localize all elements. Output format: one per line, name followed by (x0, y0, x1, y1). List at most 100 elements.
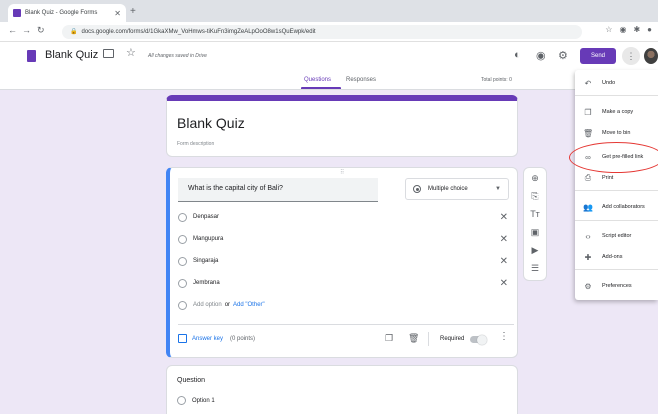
more-options-menu: ↶ Undo ❐ Make a copy 🗑 Move to bin ∞ Get… (575, 70, 658, 300)
floating-toolbar: ⊕ ⎘ Tт ▣ ▶ ☰ (523, 167, 547, 281)
send-button[interactable]: Send (580, 48, 616, 64)
add-person-icon: 👥 (583, 202, 593, 212)
form-description[interactable]: Form description (177, 141, 214, 147)
option-label[interactable]: Option 1 (192, 398, 215, 404)
menu-divider (575, 269, 658, 270)
extensions-puzzle-icon[interactable]: ✱ (633, 25, 640, 34)
checkbox-icon (178, 334, 187, 343)
remove-option-icon[interactable]: ✕ (500, 234, 508, 245)
add-option-link[interactable]: Add option (193, 302, 222, 308)
total-points: Total points: 0 (481, 77, 512, 83)
question-card-2[interactable]: Question Option 1 (166, 365, 518, 414)
add-question-icon[interactable]: ⊕ (524, 173, 546, 184)
forward-arrow-icon[interactable]: → (22, 25, 31, 35)
radio-icon (178, 278, 187, 288)
form-title[interactable]: Blank Quiz (177, 115, 245, 131)
browser-toolbar: ← → ↻ 🔒 docs.google.com/forms/d/1GkaXMw_V… (0, 22, 658, 42)
remove-option-icon[interactable]: ✕ (500, 256, 508, 267)
menu-item-label: Print (602, 175, 614, 181)
more-vert-icon[interactable]: ⋮ (499, 331, 509, 342)
question-type-dropdown[interactable]: Multiple choice ▼ (405, 178, 509, 200)
option-label[interactable]: Mangupura (193, 236, 223, 242)
menu-item-add-collaborators[interactable]: 👥 Add collaborators (575, 200, 658, 214)
delete-icon[interactable]: 🗑 (408, 333, 419, 344)
profile-icon[interactable]: ● (647, 25, 652, 34)
more-options-icon[interactable]: ⋮ (622, 47, 640, 65)
menu-item-make-copy[interactable]: ❐ Make a copy (575, 105, 658, 119)
question-title[interactable]: Question (177, 377, 205, 384)
drag-handle-icon[interactable]: ⠿ (340, 169, 345, 176)
option-label[interactable]: Denpasar (193, 214, 219, 220)
star-icon[interactable]: ☆ (126, 46, 136, 59)
preview-eye-icon[interactable]: ◉ (536, 49, 546, 62)
url-text: docs.google.com/forms/d/1GkaXMw_VoHmws-t… (81, 29, 316, 35)
add-option-row: Add option or Add "Other" (178, 298, 508, 312)
settings-gear-icon[interactable]: ⚙ (558, 49, 568, 62)
add-section-icon[interactable]: ☰ (524, 263, 546, 274)
new-tab-button[interactable]: + (130, 6, 136, 17)
menu-item-preferences[interactable]: ⚙ Preferences (575, 279, 658, 293)
menu-item-add-ons[interactable]: ✚ Add-ons (575, 250, 658, 264)
remove-option-icon[interactable]: ✕ (500, 278, 508, 289)
avatar[interactable] (644, 48, 658, 64)
divider (428, 332, 429, 346)
forms-favicon-icon (13, 9, 21, 17)
move-to-folder-icon[interactable] (103, 49, 114, 58)
duplicate-icon[interactable]: ❐ (385, 333, 393, 344)
save-status: All changes saved in Drive (148, 53, 207, 59)
browser-tab[interactable]: Blank Quiz - Google Forms ✕ (8, 4, 126, 22)
browser-tab-strip: Blank Quiz - Google Forms ✕ + (0, 0, 658, 22)
menu-item-move-to-bin[interactable]: 🗑 Move to bin (575, 126, 658, 140)
option-row[interactable]: Denpasar ✕ (178, 210, 508, 224)
highlight-annotation (569, 142, 658, 173)
code-icon: ‹› (585, 231, 591, 241)
add-option-text: Add option or Add "Other" (193, 302, 265, 308)
lock-icon: 🔒 (70, 29, 78, 35)
active-tab-indicator (301, 87, 341, 89)
preferences-icon: ⚙ (584, 281, 592, 291)
answer-key-button[interactable]: Answer key (0 points) (178, 334, 255, 343)
address-bar[interactable]: 🔒 docs.google.com/forms/d/1GkaXMw_VoHmws-… (62, 25, 582, 39)
radio-icon (178, 212, 187, 222)
option-row[interactable]: Jembrana ✕ (178, 276, 508, 290)
option-row[interactable]: Mangupura ✕ (178, 232, 508, 246)
required-label: Required (440, 336, 465, 342)
extension-icon[interactable]: ◉ (619, 25, 626, 34)
option-row[interactable]: Singaraja ✕ (178, 254, 508, 268)
question-text-input[interactable]: What is the capital city of Bali? (178, 178, 378, 202)
menu-item-script-editor[interactable]: ‹› Script editor (575, 229, 658, 243)
close-tab-icon[interactable]: ✕ (114, 9, 121, 18)
document-title[interactable]: Blank Quiz (45, 49, 98, 61)
form-title-card[interactable]: Blank Quiz Form description (166, 95, 518, 157)
question-card[interactable]: ⠿ What is the capital city of Bali? Mult… (166, 167, 518, 358)
option-row[interactable]: Option 1 (177, 396, 215, 405)
or-text: or (224, 302, 231, 308)
add-video-icon[interactable]: ▶ (524, 245, 546, 256)
radio-icon (177, 396, 186, 405)
back-arrow-icon[interactable]: ← (8, 25, 17, 35)
option-label[interactable]: Singaraja (193, 258, 218, 264)
menu-item-label: Undo (602, 80, 616, 86)
bookmark-star-icon[interactable]: ☆ (605, 25, 612, 34)
menu-divider (575, 95, 658, 96)
reload-icon[interactable]: ↻ (37, 25, 45, 36)
add-title-icon[interactable]: Tт (524, 209, 546, 219)
menu-divider (575, 220, 658, 221)
menu-item-label: Add collaborators (602, 204, 645, 210)
tab-responses[interactable]: Responses (346, 77, 376, 83)
palette-icon[interactable]: ◐ (514, 49, 521, 61)
trash-icon: 🗑 (583, 128, 594, 138)
remove-option-icon[interactable]: ✕ (500, 212, 508, 223)
add-other-link[interactable]: Add "Other" (233, 302, 265, 308)
tab-questions[interactable]: Questions (304, 77, 331, 83)
required-toggle[interactable] (470, 334, 487, 345)
form-tabs: Questions Responses Total points: 0 (0, 74, 658, 90)
undo-icon: ↶ (584, 78, 592, 88)
print-icon: ⎙ (584, 173, 592, 182)
import-questions-icon[interactable]: ⎘ (524, 191, 546, 202)
option-label[interactable]: Jembrana (193, 280, 220, 286)
menu-item-undo[interactable]: ↶ Undo (575, 76, 658, 90)
radio-icon (178, 300, 187, 310)
add-image-icon[interactable]: ▣ (524, 227, 546, 238)
menu-item-print[interactable]: ⎙ Print (575, 171, 658, 185)
